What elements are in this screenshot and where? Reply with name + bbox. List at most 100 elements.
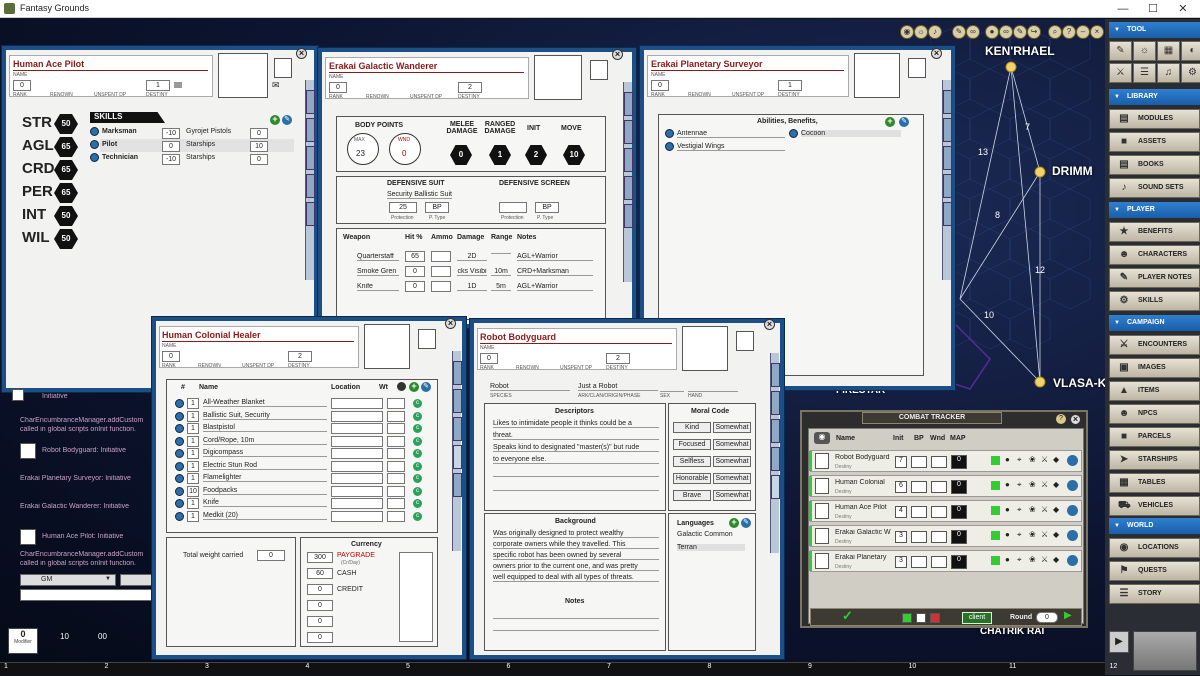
item-weight[interactable] [387,485,405,497]
weapon-range[interactable]: 10m [491,268,511,276]
sword-icon[interactable]: ⚔ [1041,505,1048,514]
lock-icon[interactable]: ● [985,25,999,39]
species-value[interactable]: Robot [490,383,570,391]
tab-main[interactable] [624,92,633,116]
share-icon[interactable]: ↪ [1027,25,1041,39]
target-icon[interactable]: ● [1005,505,1010,514]
total-weight-value[interactable]: 0 [257,550,285,561]
tab-notes[interactable] [943,202,952,226]
character-sheet-window[interactable]: Human Colonial Healer NAME 0 2 RANK RENO… [152,317,466,659]
weapon-damage[interactable]: cks Visibi [457,268,487,276]
weapon-hit[interactable]: 65 [405,251,425,262]
rank-field[interactable]: 0 [13,80,31,91]
background-line[interactable]: specific robot has been owned by several [493,552,659,560]
moral-trait[interactable]: Brave [673,490,711,501]
sword-icon[interactable]: ⚔ [1041,530,1048,539]
d10-die-icon[interactable]: 10 [60,632,69,641]
pencil-icon[interactable]: ✎ [952,25,966,39]
link-icon[interactable] [175,499,184,508]
weapon-ammo[interactable] [431,251,451,262]
specialty-value[interactable]: 0 [250,128,268,139]
faction-icon[interactable] [1067,455,1078,466]
combatant-map[interactable]: 0 [951,505,967,519]
ct-gray-toggle[interactable] [916,613,926,623]
moral-trait[interactable]: Kind [673,422,711,433]
dice-tray[interactable] [1133,631,1197,671]
weapon-range[interactable] [491,253,511,254]
close-icon[interactable]: × [931,48,942,59]
tab-main[interactable] [943,90,952,114]
modifier-value[interactable]: 0 [9,629,37,639]
combatant-wnd[interactable] [931,556,947,568]
sidebar-item-vehicles[interactable]: ⛟ VEHICLES [1109,496,1200,516]
combatant-bp[interactable] [911,481,927,493]
weapon-name[interactable]: Smoke Gren [357,268,399,276]
combatant-wnd[interactable] [931,506,947,518]
weapon-ammo[interactable] [431,281,451,292]
item-location[interactable] [331,510,383,522]
descriptor-line[interactable]: threat. [493,432,659,440]
rank-field[interactable]: 0 [480,353,498,364]
music-icon[interactable]: ♫ [1157,63,1180,83]
sound-icon[interactable]: ♪ [928,25,942,39]
item-name[interactable]: Cord/Rope, 10m [203,437,327,445]
item-quantity[interactable]: 1 [187,423,199,434]
item-quantity[interactable]: 1 [187,410,199,422]
sidebar-item-quests[interactable]: ⚑ QUESTS [1109,561,1200,581]
combatant-row[interactable]: Human Ace Pilot Destiny 4 0 ● ⌖ ❀ ⚔ ◆ [809,500,1082,522]
effects-icon[interactable]: ❀ [1029,455,1036,464]
close-icon[interactable]: × [296,48,307,59]
item-location[interactable] [331,423,383,434]
skill-name[interactable]: Pilot [102,141,117,148]
item-weight[interactable] [387,460,405,472]
tab-abilities[interactable] [306,146,315,170]
effects-icon[interactable]: ⚔ [1109,63,1132,83]
weapon-notes[interactable]: AGL+Warrior [517,253,593,261]
tab-inventory[interactable] [624,176,633,200]
skill-value[interactable]: 0 [162,141,180,152]
tab-abilities[interactable] [453,417,462,441]
add-skill-button[interactable]: + [270,115,280,125]
encumbrance-icon[interactable] [397,382,406,391]
character-portrait[interactable] [534,55,582,100]
language-item[interactable]: Terran [677,544,745,551]
combatant-token[interactable] [815,528,829,544]
character-sheet-window[interactable]: Robot Bodyguard NAME 0 2 RANK RENOWN UNS… [470,319,784,659]
tab-combat[interactable] [624,120,633,144]
combatant-name[interactable]: Robot Bodyguard [835,454,891,461]
help-icon[interactable]: ? [1062,25,1076,39]
link-icon[interactable] [175,474,184,483]
carried-toggle-icon[interactable]: c [413,411,422,421]
suit-protection[interactable]: 25 [389,202,417,213]
tab-notes[interactable] [453,473,462,497]
active-toggle-icon[interactable] [991,556,1000,565]
inventory-row[interactable]: 1 Digicompass c [167,448,439,460]
character-name[interactable]: Human Ace Pilot [13,59,84,69]
next-round-icon[interactable]: ▶ [1064,610,1072,621]
item-name[interactable]: Medkit (20) [203,512,327,520]
tab-main[interactable] [453,361,462,385]
moral-trait[interactable]: Selfless [673,456,711,467]
edit-skills-button[interactable]: ✎ [282,115,292,125]
chat-window[interactable]: Initiative CharEncumbranceManager.addCus… [8,385,168,605]
system-label[interactable]: KEN'RHAEL [985,44,1055,58]
weapon-name[interactable]: Knife [357,283,399,291]
combatant-wnd[interactable] [931,531,947,543]
combatant-init[interactable]: 4 [895,506,907,518]
target-icon[interactable]: ● [1005,530,1010,539]
screen-protection[interactable] [499,202,527,213]
item-location[interactable] [331,448,383,459]
combatant-name[interactable]: Erakai Planetary [835,554,891,561]
tab-abilities[interactable] [624,148,633,172]
combatant-map[interactable]: 0 [951,455,967,469]
identity-select[interactable]: GM ▼ [20,574,116,586]
specialty-name[interactable]: Starships [186,154,215,161]
chat-bubble-icon[interactable]: ✉ [272,80,280,91]
combatant-token[interactable] [815,453,829,469]
moral-level[interactable]: Somewhat [713,456,751,467]
unlink-icon[interactable]: ∞ [966,25,980,39]
token-image[interactable] [736,331,754,351]
destiny-field[interactable]: 1 [146,80,170,91]
effects-icon[interactable]: ❀ [1029,480,1036,489]
combatant-wnd[interactable] [931,456,947,468]
